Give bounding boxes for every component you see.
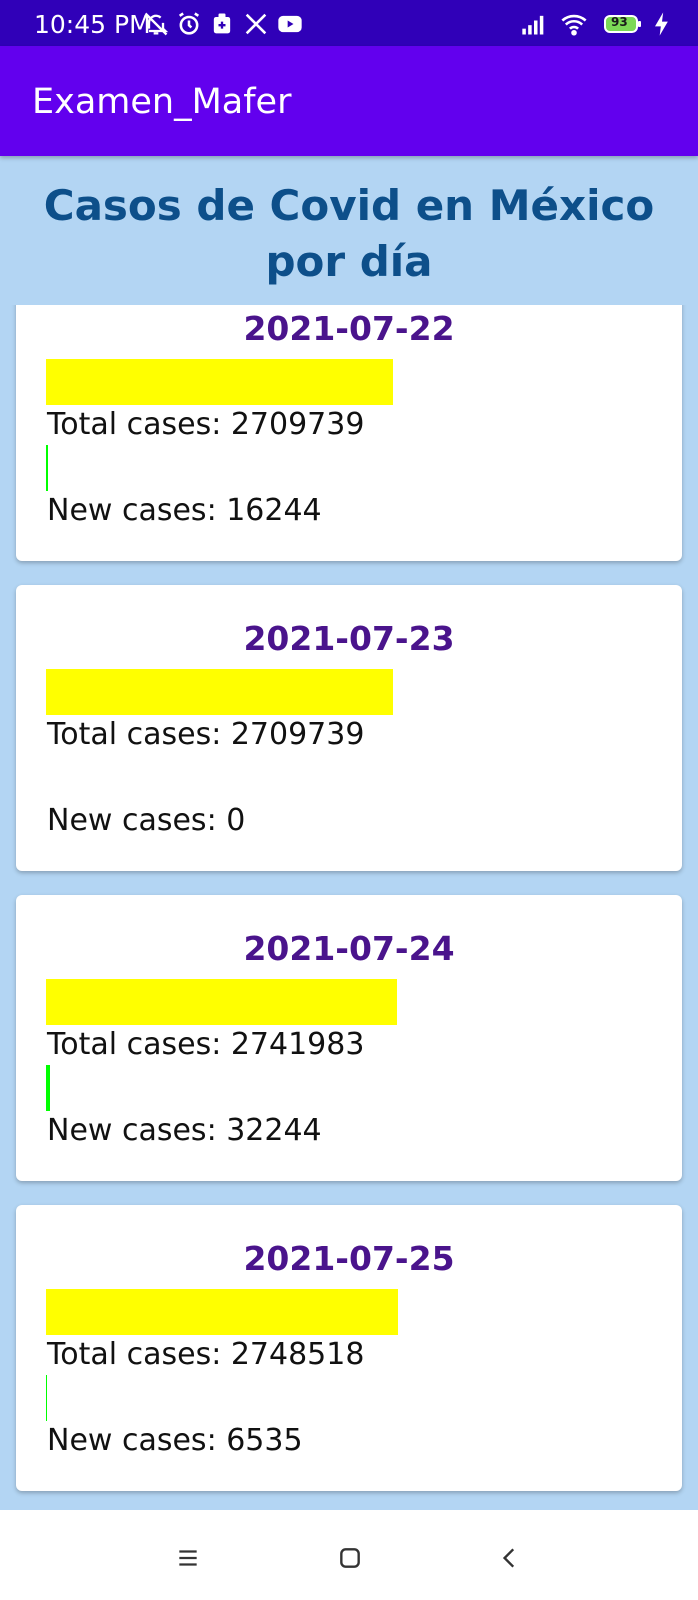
new-cases-bar <box>46 1375 47 1421</box>
total-cases-label: Total cases: 2709739 <box>47 717 365 752</box>
total-cases-label: Total cases: 2748518 <box>47 1337 365 1372</box>
case-card: 2021-07-22 Total cases: 2709739 New case… <box>16 305 682 561</box>
new-cases-bar <box>46 1065 50 1111</box>
total-cases-label: Total cases: 2741983 <box>47 1027 365 1062</box>
app-title: Examen_Mafer <box>32 82 292 122</box>
back-icon[interactable] <box>480 1528 540 1588</box>
total-cases-bar <box>46 669 393 715</box>
status-time: 10:45 PM <box>34 10 151 39</box>
youtube-icon <box>276 10 304 38</box>
signal-icon <box>520 10 548 38</box>
new-cases-label: New cases: 32244 <box>47 1113 322 1148</box>
navigation-bar <box>0 1510 698 1600</box>
card-date: 2021-07-23 <box>243 619 455 658</box>
card-date: 2021-07-24 <box>243 929 455 968</box>
new-cases-label: New cases: 6535 <box>47 1423 303 1458</box>
app-bar: Examen_Mafer <box>0 46 698 156</box>
case-card: 2021-07-24 Total cases: 2741983 New case… <box>16 895 682 1181</box>
home-icon[interactable] <box>320 1528 380 1588</box>
new-cases-label: New cases: 0 <box>47 803 246 838</box>
x-icon <box>242 10 270 38</box>
new-cases-bar <box>46 445 48 491</box>
battery-icon: 93 <box>603 10 643 38</box>
new-cases-label: New cases: 16244 <box>47 493 322 528</box>
battery-level: 93 <box>611 15 628 29</box>
notifications-off-icon <box>142 10 170 38</box>
card-date: 2021-07-22 <box>243 309 455 348</box>
cases-list[interactable]: 2021-07-22 Total cases: 2709739 New case… <box>0 305 698 1510</box>
menu-icon[interactable] <box>158 1528 218 1588</box>
page-title: Casos de Covid en México por día <box>43 181 655 286</box>
alarm-icon <box>175 10 203 38</box>
app-notification-icon <box>208 10 236 38</box>
status-bar: 10:45 PM 93 <box>0 0 698 46</box>
case-card: 2021-07-25 Total cases: 2748518 New case… <box>16 1205 682 1491</box>
total-cases-bar <box>46 979 397 1025</box>
charging-icon <box>648 10 676 38</box>
card-date: 2021-07-25 <box>243 1239 455 1278</box>
case-card: 2021-07-23 Total cases: 2709739 New case… <box>16 585 682 871</box>
total-cases-label: Total cases: 2709739 <box>47 407 365 442</box>
wifi-icon <box>560 10 588 38</box>
total-cases-bar <box>46 359 393 405</box>
total-cases-bar <box>46 1289 398 1335</box>
